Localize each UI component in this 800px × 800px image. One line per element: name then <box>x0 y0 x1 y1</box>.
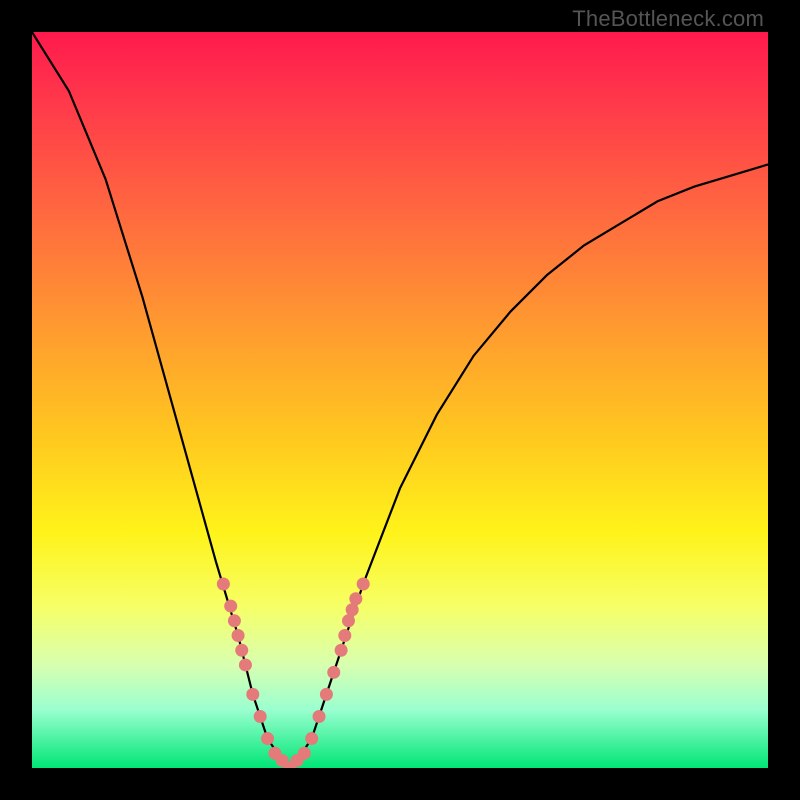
plot-area <box>32 32 768 768</box>
marker-point <box>342 614 355 627</box>
marker-point <box>261 732 274 745</box>
watermark-text: TheBottleneck.com <box>572 6 764 32</box>
marker-point <box>217 578 230 591</box>
marker-point <box>338 629 351 642</box>
curve-svg <box>32 32 768 768</box>
marker-point <box>235 644 248 657</box>
marker-point <box>313 710 326 723</box>
marker-point <box>335 644 348 657</box>
marker-point <box>254 710 267 723</box>
chart-canvas: TheBottleneck.com <box>0 0 800 800</box>
marker-point <box>349 592 362 605</box>
marker-point <box>346 603 359 616</box>
marker-point <box>239 658 252 671</box>
marker-point <box>298 747 311 760</box>
marker-group <box>217 578 370 769</box>
marker-point <box>232 629 245 642</box>
marker-point <box>327 666 340 679</box>
marker-point <box>228 614 241 627</box>
marker-point <box>246 688 259 701</box>
marker-point <box>320 688 333 701</box>
marker-point <box>305 732 318 745</box>
marker-point <box>224 600 237 613</box>
bottleneck-curve <box>32 32 768 768</box>
marker-point <box>357 578 370 591</box>
